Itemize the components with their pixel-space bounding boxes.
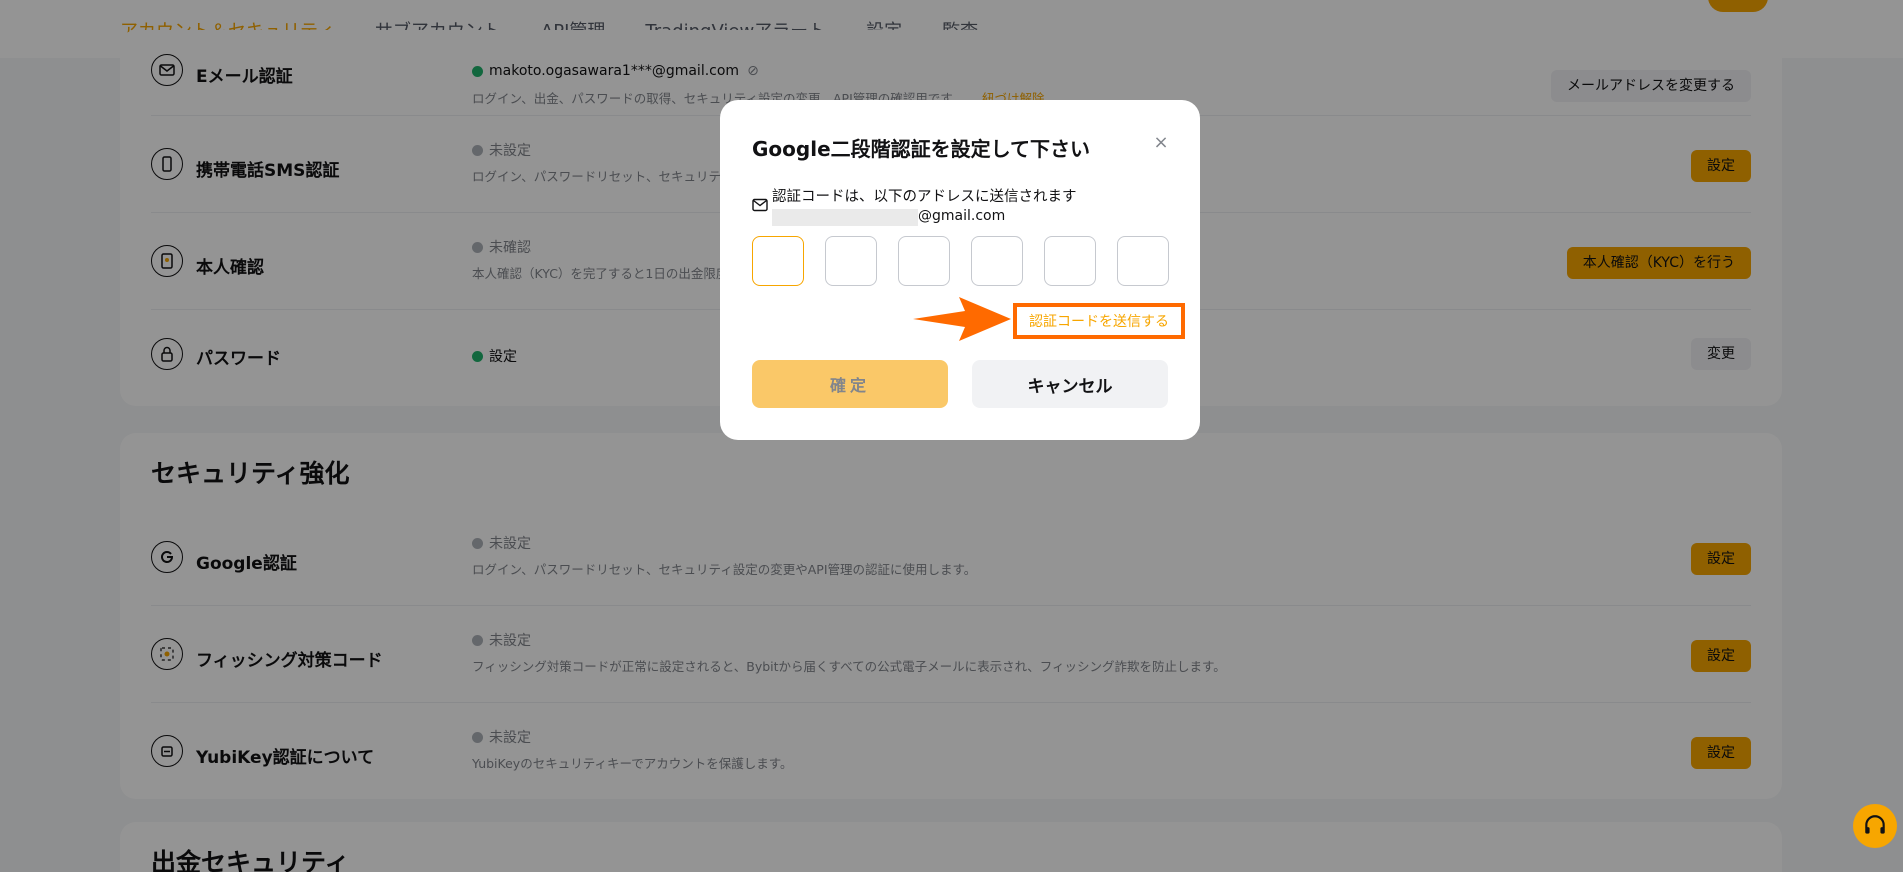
email-domain: @gmail.com <box>918 208 1006 224</box>
headset-icon <box>1865 815 1885 834</box>
cancel-button[interactable]: キャンセル <box>972 360 1168 408</box>
arrow-right-icon <box>913 297 1011 341</box>
masked-email <box>772 209 918 226</box>
send-code-link[interactable]: 認証コードを送信する <box>1013 303 1185 339</box>
verification-code-input <box>752 236 1169 286</box>
code-digit-1[interactable] <box>752 236 804 286</box>
google-2fa-dialog: Google二段階認証を設定して下さい × 認証コードは、以下のアドレスに送信さ… <box>720 100 1200 440</box>
code-sent-notice: 認証コードは、以下のアドレスに送信されます <box>772 189 1077 205</box>
envelope-icon <box>752 198 768 212</box>
code-digit-5[interactable] <box>1044 236 1096 286</box>
close-icon[interactable]: × <box>1152 134 1170 152</box>
code-digit-4[interactable] <box>971 236 1023 286</box>
support-chat-button[interactable] <box>1853 804 1897 848</box>
code-digit-3[interactable] <box>898 236 950 286</box>
code-digit-6[interactable] <box>1117 236 1169 286</box>
code-digit-2[interactable] <box>825 236 877 286</box>
dialog-title: Google二段階認証を設定して下さい <box>752 137 1091 161</box>
confirm-button[interactable]: 確定 <box>752 360 948 408</box>
